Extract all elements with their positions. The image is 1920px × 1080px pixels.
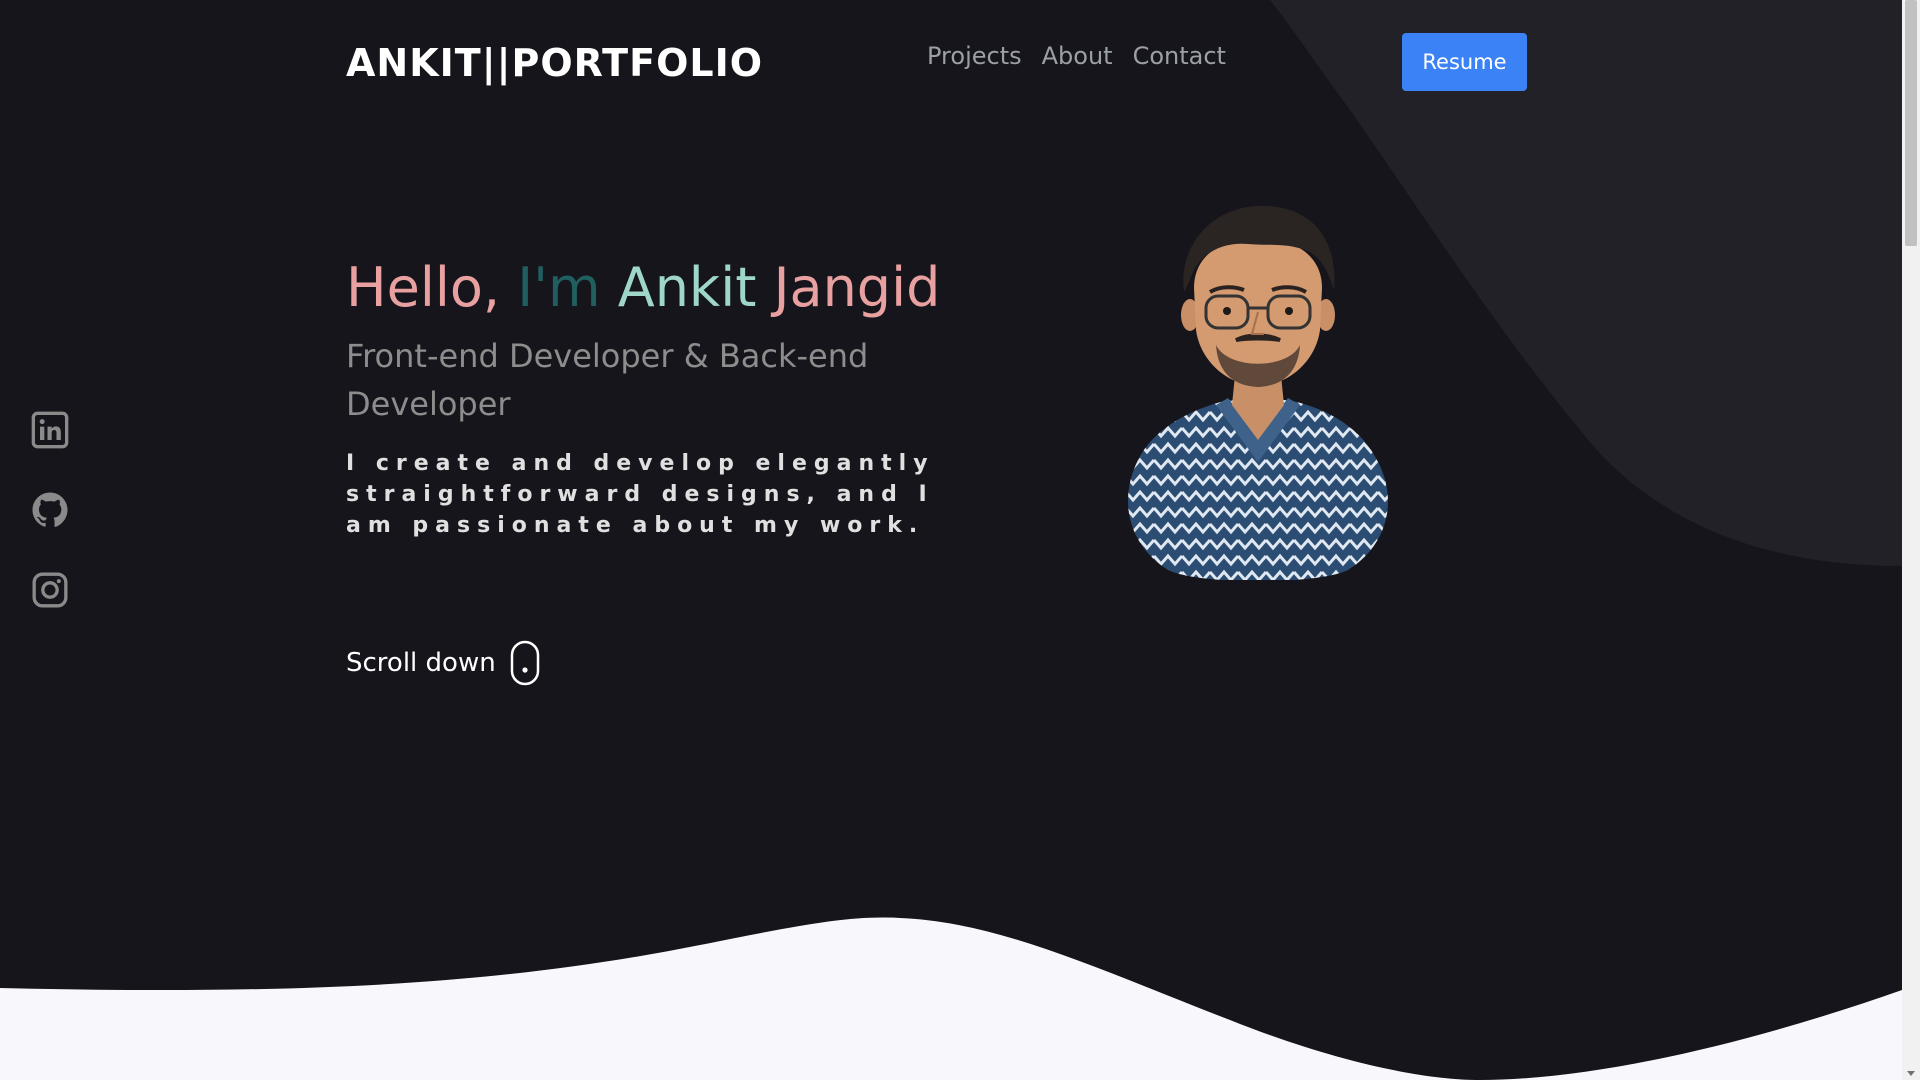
greeting-first-name: Ankit bbox=[617, 256, 757, 319]
hero-role: Front-end Developer & Back-end Developer bbox=[346, 337, 869, 423]
hero-greeting: Hello, I'm Ankit Jangid bbox=[346, 250, 966, 326]
social-links bbox=[30, 410, 70, 610]
portfolio-page: ANKIT||PORTFOLIO Projects About Contact … bbox=[0, 0, 1920, 1080]
linkedin-icon[interactable] bbox=[30, 410, 70, 450]
nav-about[interactable]: About bbox=[1042, 42, 1113, 70]
hero-tagline: I create and develop elegantly straightf… bbox=[346, 451, 935, 538]
nav-contact[interactable]: Contact bbox=[1133, 42, 1226, 70]
page-scrollbar[interactable] bbox=[1902, 0, 1920, 1080]
nav-projects[interactable]: Projects bbox=[927, 42, 1022, 70]
resume-button[interactable]: Resume bbox=[1402, 33, 1527, 91]
scroll-down-link[interactable]: Scroll down bbox=[346, 640, 540, 686]
scroll-arrow-down-icon[interactable] bbox=[1907, 1071, 1915, 1076]
hero-section: Hello, I'm Ankit Jangid Front-end Develo… bbox=[346, 250, 966, 541]
scroll-down-label: Scroll down bbox=[346, 648, 496, 678]
main-nav: Projects About Contact bbox=[927, 42, 1226, 70]
instagram-icon[interactable] bbox=[30, 570, 70, 610]
site-logo[interactable]: ANKIT||PORTFOLIO bbox=[346, 36, 763, 90]
profile-photo bbox=[1128, 205, 1388, 580]
greeting-im: I'm bbox=[517, 256, 601, 319]
github-icon[interactable] bbox=[30, 490, 70, 530]
greeting-last-name: Jangid bbox=[773, 256, 941, 319]
greeting-hello: Hello, bbox=[346, 256, 501, 319]
mouse-icon bbox=[510, 640, 539, 686]
scrollbar-thumb[interactable] bbox=[1905, 0, 1917, 246]
